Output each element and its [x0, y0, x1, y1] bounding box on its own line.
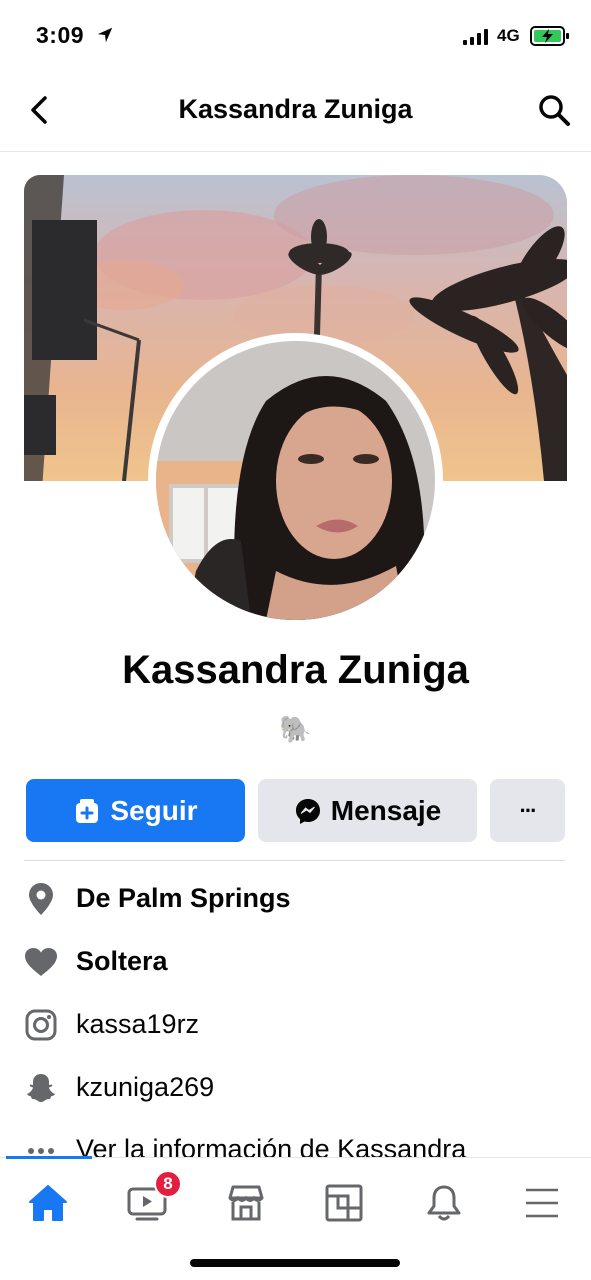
profile-name: Kassandra Zuniga — [122, 648, 469, 692]
tab-groups[interactable] — [314, 1178, 374, 1228]
nav-header: Kassandra Zuniga — [0, 72, 591, 152]
page-title: Kassandra Zuniga — [178, 94, 413, 124]
heart-icon — [24, 945, 58, 979]
home-indicator[interactable] — [190, 1259, 400, 1267]
more-options-button[interactable]: ··· — [490, 779, 565, 842]
follow-button[interactable]: Seguir — [26, 779, 245, 842]
marketplace-icon — [228, 1185, 264, 1221]
home-icon — [29, 1185, 67, 1221]
info-snapchat[interactable]: kzuniga269 — [24, 1065, 565, 1109]
info-instagram[interactable]: kassa19rz — [24, 1002, 565, 1046]
snapchat-icon — [24, 1071, 58, 1105]
instagram-icon — [24, 1008, 58, 1042]
watch-badge: 8 — [154, 1170, 182, 1198]
tab-marketplace[interactable] — [216, 1178, 276, 1228]
divider — [24, 860, 565, 861]
messenger-icon — [295, 798, 320, 824]
info-snapchat-text[interactable]: kzuniga269 — [76, 1072, 214, 1103]
active-tab-indicator — [6, 1156, 92, 1159]
status-bar: 3:09 4G — [0, 0, 591, 72]
tab-menu[interactable] — [512, 1178, 572, 1228]
message-button[interactable]: Mensaje — [258, 779, 477, 842]
battery-charging-icon — [530, 26, 569, 46]
tab-watch[interactable]: 8 — [117, 1170, 182, 1228]
more-horizontal-icon: ··· — [519, 797, 538, 823]
location-arrow-icon — [97, 27, 113, 43]
see-info-row[interactable]: Ver la información de Kassandra — [0, 1132, 591, 1158]
cellular-signal-icon — [463, 29, 488, 45]
follow-label: Seguir — [110, 794, 198, 826]
profile-bio: 🐘 — [279, 715, 312, 745]
notifications-icon — [427, 1185, 461, 1221]
add-friend-icon — [76, 798, 99, 823]
message-label: Mensaje — [330, 794, 442, 826]
tab-notifications[interactable] — [414, 1178, 474, 1228]
see-info-text[interactable]: Ver la información de Kassandra — [76, 1134, 466, 1158]
info-relationship-text: Soltera — [76, 946, 168, 976]
groups-icon — [325, 1184, 363, 1222]
search-button[interactable] — [532, 90, 576, 130]
more-horizontal-icon — [24, 1134, 58, 1158]
profile-avatar[interactable] — [156, 341, 435, 620]
info-location-text: De Palm Springs — [76, 883, 291, 913]
menu-icon — [526, 1188, 558, 1218]
info-instagram-text[interactable]: kassa19rz — [76, 1009, 199, 1040]
info-location: De Palm Springs — [24, 876, 565, 920]
info-relationship: Soltera — [24, 939, 565, 983]
location-pin-icon — [24, 882, 58, 916]
network-type: 4G — [497, 26, 520, 45]
status-time: 3:09 — [36, 22, 85, 48]
search-icon — [539, 95, 570, 126]
see-info-inner[interactable]: Ver la información de Kassandra — [24, 1132, 565, 1158]
tab-home[interactable] — [18, 1178, 78, 1228]
